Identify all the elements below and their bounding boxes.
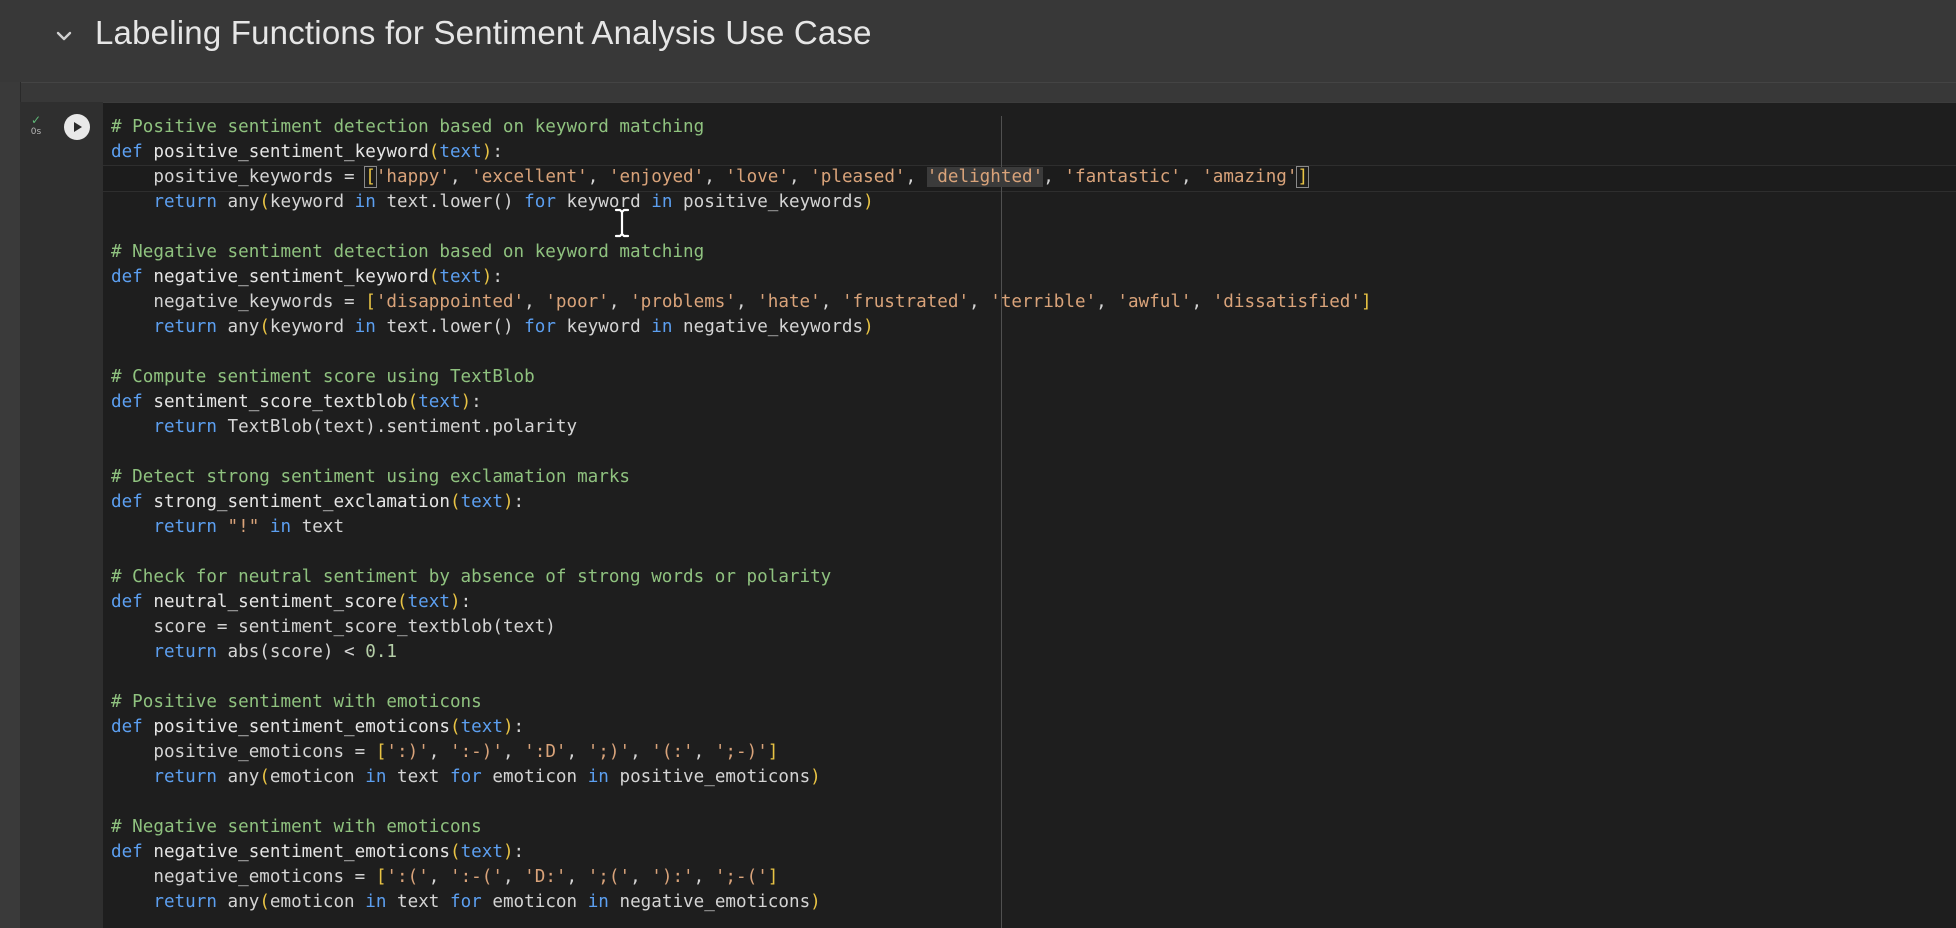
code-line: positive_emoticons = [':)', ':-)', ':D',… [153,742,779,762]
code-line: def negative_sentiment_keyword(text): [111,267,503,287]
code-line: def negative_sentiment_emoticons(text): [111,842,525,862]
code-line: # Check for neutral sentiment by absence… [111,567,832,587]
code-line: negative_keywords = ['disappointed', 'po… [153,292,1372,312]
code-line: # Compute sentiment score using TextBlob [111,367,535,387]
code-line: negative_emoticons = [':(', ':-(', 'D:',… [153,867,779,887]
code-line: # Negative sentiment with emoticons [111,817,482,837]
left-border-strip [0,82,21,928]
code-line: # Positive sentiment with emoticons [111,692,482,712]
check-icon: ✓ [30,113,42,127]
code-line: def strong_sentiment_exclamation(text): [111,492,525,512]
code-line: def neutral_sentiment_score(text): [111,592,472,612]
code-line: return "!" in text [153,517,345,537]
execution-status: ✓ 0s [28,114,44,142]
text-cursor-icon [614,208,630,238]
code-line: def sentiment_score_textblob(text): [111,392,482,412]
section-title: Labeling Functions for Sentiment Analysi… [95,14,872,51]
code-line: return any(emoticon in text for emoticon… [153,767,821,787]
section-header: Labeling Functions for Sentiment Analysi… [0,0,1956,83]
cell-gutter [20,102,103,928]
code-line: # Detect strong sentiment using exclamat… [111,467,631,487]
code-line: # Negative sentiment detection based on … [111,242,705,262]
play-icon [74,122,82,132]
code-content[interactable]: # Positive sentiment detection based on … [111,115,1372,915]
code-line: return abs(score) < 0.1 [153,642,398,662]
notebook-page: Labeling Functions for Sentiment Analysi… [0,0,1956,928]
code-line: # Positive sentiment detection based on … [111,117,705,137]
code-line: return TextBlob(text).sentiment.polarity [153,417,578,437]
code-line: def positive_sentiment_keyword(text): [111,142,503,162]
code-line: positive_keywords = ['happy', 'excellent… [153,166,1310,188]
chevron-down-icon[interactable] [50,22,78,50]
code-line: return any(keyword in text.lower() for k… [153,317,874,337]
code-line: return any(emoticon in text for emoticon… [153,892,821,912]
code-line: def positive_sentiment_emoticons(text): [111,717,525,737]
run-cell-button[interactable] [64,114,90,140]
code-line: score = sentiment_score_textblob(text) [153,617,556,637]
code-line: return any(keyword in text.lower() for k… [153,192,874,212]
execution-time: 0s [30,127,42,137]
